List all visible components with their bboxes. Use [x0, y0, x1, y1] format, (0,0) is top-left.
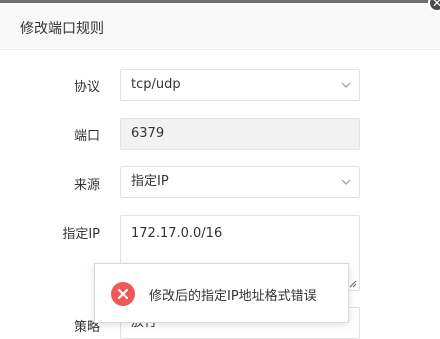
specified-ip-label: 指定IP — [62, 227, 100, 242]
source-value: 指定IP — [131, 174, 169, 189]
specified-ip-value: 172.17.0.0/16 — [131, 226, 223, 241]
port-input[interactable]: 6379 — [120, 118, 360, 150]
port-label: 端口 — [73, 129, 100, 144]
error-toast: 修改后的指定IP地址格式错误 — [94, 263, 349, 323]
resize-handle-icon[interactable] — [349, 280, 357, 288]
dialog-header: 修改端口规则 — [0, 3, 440, 50]
port-value: 6379 — [131, 126, 165, 141]
edit-port-rule-dialog: 修改端口规则 ✕ 协议 tcp/udp 端口 6379 来源 指定IP 指定IP — [0, 0, 440, 339]
source-label: 来源 — [73, 178, 100, 193]
error-icon — [111, 282, 135, 306]
protocol-value: tcp/udp — [131, 77, 181, 92]
protocol-select[interactable]: tcp/udp — [120, 69, 360, 101]
dialog-title: 修改端口规则 — [20, 21, 104, 37]
protocol-label: 协议 — [73, 80, 100, 95]
chevron-down-icon — [341, 82, 351, 88]
chevron-down-icon — [341, 179, 351, 185]
toast-message: 修改后的指定IP地址格式错误 — [149, 289, 317, 304]
source-select[interactable]: 指定IP — [120, 166, 360, 198]
